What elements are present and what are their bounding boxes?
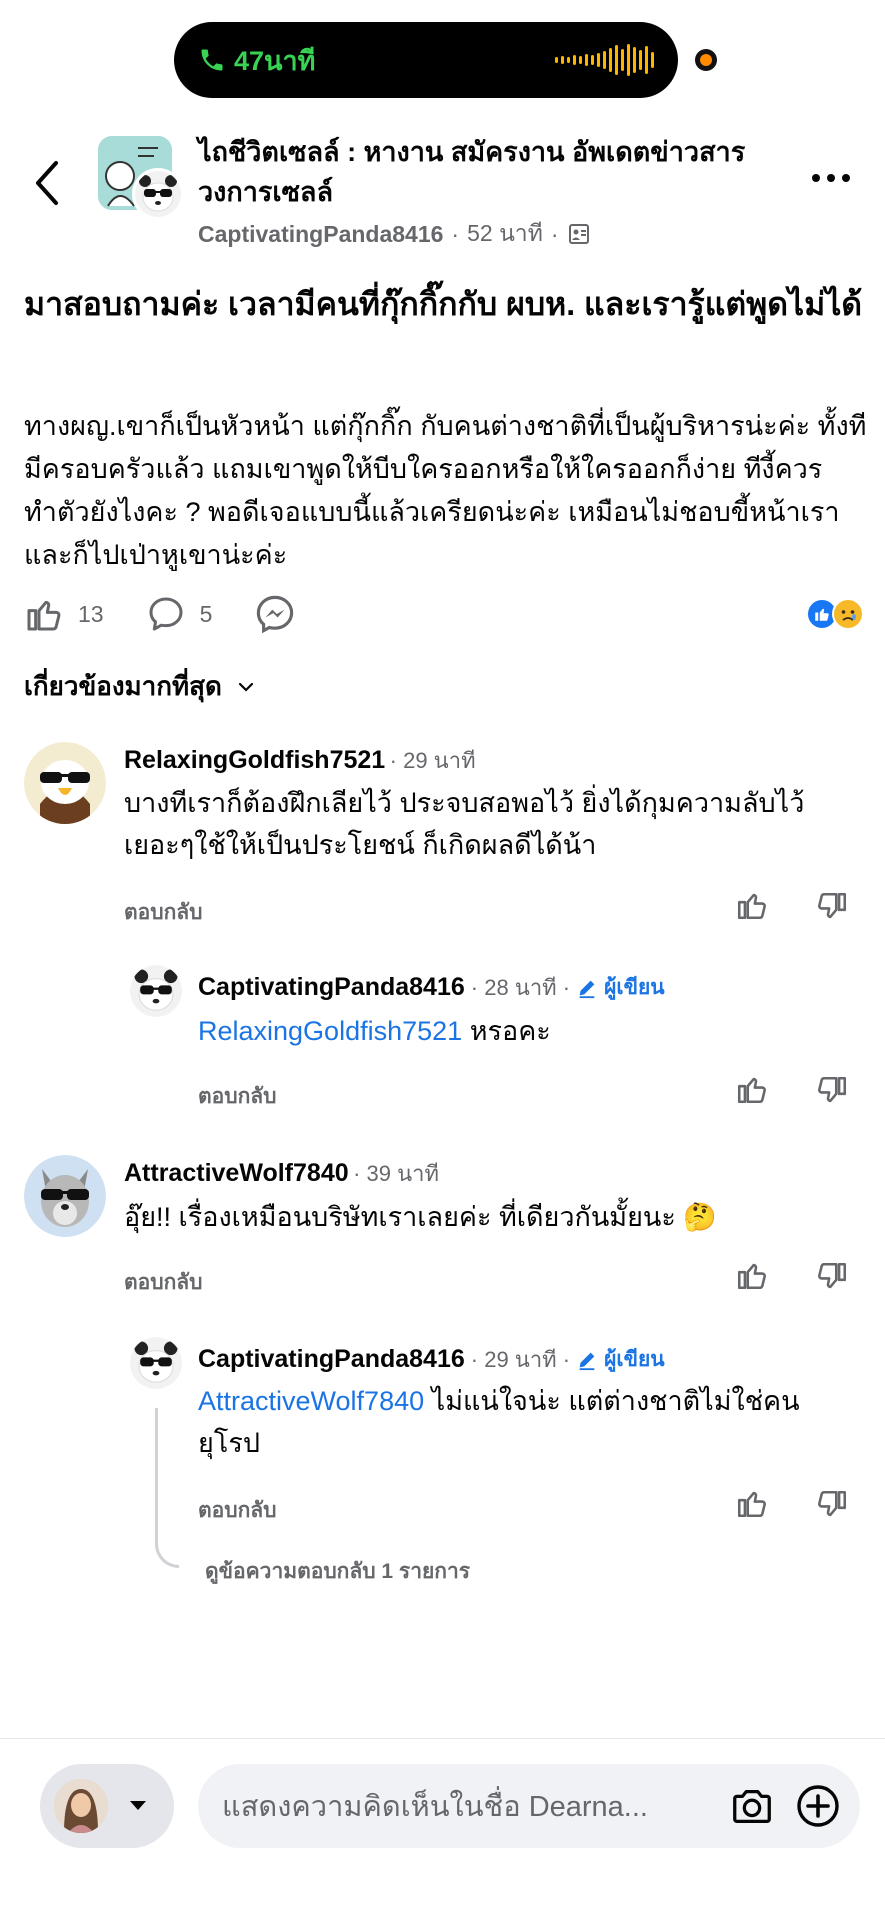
post-header: ไถชีวิตเซลล์ : หางาน สมัครงาน อัพเดตข่าว… [0,128,885,248]
comment-header: AttractiveWolf7840 · 39 นาที [124,1156,439,1191]
post-time: 52 นาที [467,220,543,246]
phone-icon [201,49,223,71]
reply-header: CaptivatingPanda8416 · 28 นาที · ผู้เขีย… [198,970,665,1005]
reply-time: · 28 นาที · [470,975,571,1000]
upvote-icon[interactable] [735,1486,769,1520]
sort-label: เกี่ยวข้องมากที่สุด [24,671,222,701]
commenter-avatar[interactable] [24,1155,106,1237]
comment-sort-dropdown[interactable]: เกี่ยวข้องมากที่สุด [24,666,258,707]
post-author[interactable]: CaptivatingPanda8416 [198,221,443,248]
commenter-name[interactable]: AttractiveWolf7840 [124,1159,349,1187]
mention-link[interactable]: RelaxingGoldfish7521 [198,1016,462,1046]
reply-time: · 29 นาที · [470,1347,571,1372]
reply-author-name[interactable]: CaptivatingPanda8416 [198,1345,465,1374]
like-count: 13 [78,600,104,627]
reply-body: หรอคะ [462,1016,551,1046]
downvote-icon[interactable] [815,1260,849,1294]
meta-separator: · [451,220,460,247]
thread-connector [155,1408,179,1568]
reply-author-name[interactable]: CaptivatingPanda8416 [198,973,465,1002]
more-options-icon[interactable] [812,168,856,188]
author-avatar-small[interactable] [132,168,184,220]
camera-indicator [695,49,717,71]
meta-separator: · [550,220,559,247]
comment-text: บางทีเราก็ต้องฝึกเลียไว้ ประจบสอพอไว้ ยิ… [124,788,805,860]
share-messenger-button[interactable] [254,593,296,635]
downvote-icon[interactable] [815,890,849,924]
comment-placeholder: แสดงความคิดเห็นในชื่อ Dearna... [222,1791,648,1823]
messenger-icon [257,595,294,634]
mention-link[interactable]: AttractiveWolf7840 [198,1386,424,1416]
reply-author-avatar[interactable] [130,965,182,1017]
post-title: มาสอบถามค่ะ เวลามีคนที่กุ๊กกิ๊กกับ ผบห. … [24,286,863,322]
pencil-icon [579,1352,595,1370]
reply-button[interactable]: ตอบกลับ [124,1266,203,1299]
comment-time: · 29 นาที [389,748,476,773]
camera-icon[interactable] [728,1782,776,1830]
dynamic-island[interactable]: 47นาที [174,22,678,98]
like-button[interactable]: 13 [24,594,104,634]
comment-composer-bar: แสดงความคิดเห็นในชื่อ Dearna... [0,1738,885,1920]
commenter-avatar[interactable] [24,742,106,824]
audio-waveform-icon [555,40,654,80]
comment-count: 5 [199,600,213,627]
post-body: ทางผญ.เขาก็เป็นหัวหน้า แต่กุ๊กกิ๊ก กับคน… [24,411,867,570]
sad-reaction-icon [832,598,864,630]
add-plus-icon[interactable] [794,1782,842,1830]
author-badge: ผู้เขียน [604,1348,665,1371]
upvote-icon[interactable] [735,1258,769,1292]
post-actions: 13 5 [24,586,864,642]
chevron-down-icon [238,682,254,692]
downvote-icon[interactable] [815,1488,849,1522]
reply-header: CaptivatingPanda8416 · 29 นาที · ผู้เขีย… [198,1342,665,1377]
reply-text: AttractiveWolf7840 ไม่แน่ใจน่ะ แต่ต่างชา… [198,1380,858,1464]
comment-bubble-icon [149,597,183,631]
call-duration: 47นาที [234,45,316,76]
reply-button[interactable]: ตอบกลับ [124,896,203,929]
comment-button[interactable]: 5 [146,594,213,634]
reaction-summary[interactable] [806,598,864,630]
comment-text: อุ๊ย!! เรื่องเหมือนบริษัทเราเลยค่ะ ที่เด… [124,1202,717,1232]
call-indicator: 47นาที [198,39,315,82]
comment-time: · 39 นาที [353,1161,439,1186]
my-avatar [54,1779,108,1833]
group-privacy-icon [568,224,589,244]
downvote-icon[interactable] [815,1074,849,1108]
reply-button[interactable]: ตอบกลับ [198,1494,277,1527]
pencil-icon [579,980,595,998]
caret-down-icon [130,1801,146,1810]
upvote-icon[interactable] [735,888,769,922]
author-badge: ผู้เขียน [604,976,665,999]
back-arrow-icon[interactable] [28,153,68,213]
commenter-name[interactable]: RelaxingGoldfish7521 [124,746,385,774]
post-meta: CaptivatingPanda8416 · 52 นาที · [198,216,591,252]
comment-header: RelaxingGoldfish7521 · 29 นาที [124,743,476,778]
view-more-replies-link[interactable]: ดูข้อความตอบกลับ 1 รายการ [205,1555,470,1588]
reply-button[interactable]: ตอบกลับ [198,1080,277,1113]
thumbs-up-icon [27,600,61,631]
account-switcher[interactable] [40,1764,174,1848]
comment-input[interactable]: แสดงความคิดเห็นในชื่อ Dearna... [198,1764,860,1848]
group-name[interactable]: ไถชีวิตเซลล์ : หางาน สมัครงาน อัพเดตข่าว… [198,132,808,212]
reply-author-avatar[interactable] [130,1337,182,1389]
upvote-icon[interactable] [735,1072,769,1106]
reply-text: RelaxingGoldfish7521 หรอคะ [198,1010,858,1052]
